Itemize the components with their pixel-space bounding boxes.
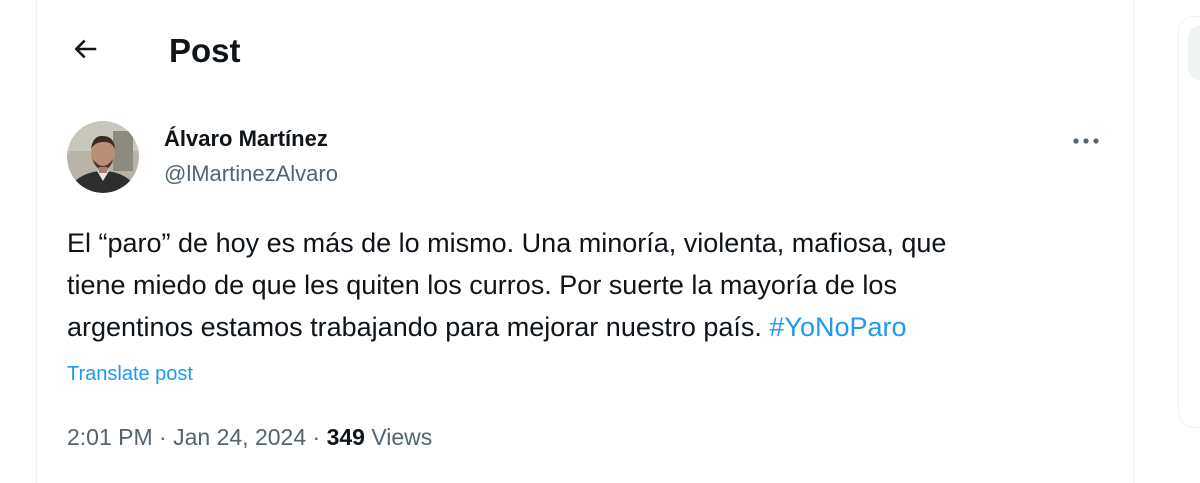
meta-separator: · bbox=[312, 424, 321, 450]
tweet-text-line-last: argentinos estamos trabajando para mejor… bbox=[67, 306, 1117, 348]
avatar[interactable] bbox=[67, 121, 139, 193]
meta-separator: · bbox=[159, 424, 167, 450]
translate-post-link[interactable]: Translate post bbox=[67, 360, 193, 388]
author-name[interactable]: Álvaro Martínez bbox=[164, 125, 328, 153]
author-handle[interactable]: @lMartinezAlvaro bbox=[164, 160, 338, 188]
post-time[interactable]: 2:01 PM bbox=[67, 424, 153, 450]
more-horizontal-icon bbox=[1073, 138, 1099, 144]
tweet-meta: 2:01 PM · Jan 24, 2024 · 349 Views bbox=[67, 422, 432, 452]
user-avatar bbox=[67, 121, 139, 193]
right-sidebar-search[interactable] bbox=[1188, 25, 1200, 81]
tweet-text-line: argentinos estamos trabajando para mejor… bbox=[67, 312, 770, 342]
hashtag-link[interactable]: #YoNoParo bbox=[769, 312, 906, 342]
header: Post bbox=[37, 0, 1133, 104]
arrow-left-icon bbox=[74, 39, 97, 59]
view-count: 349 bbox=[326, 424, 365, 450]
page: Post Álvaro Martínez @lMartinezAlvaro El… bbox=[0, 0, 1200, 483]
tweet-text: El “paro” de hoy es más de lo mismo. Una… bbox=[67, 222, 1117, 348]
more-button[interactable] bbox=[1063, 124, 1109, 158]
back-button[interactable] bbox=[62, 26, 108, 72]
page-title: Post bbox=[169, 32, 241, 69]
post-date[interactable]: Jan 24, 2024 bbox=[173, 424, 306, 450]
tweet-text-line: tiene miedo de que les quiten los curros… bbox=[67, 270, 897, 300]
views-label: Views bbox=[371, 424, 433, 450]
tweet-text-line: El “paro” de hoy es más de lo mismo. Una… bbox=[67, 228, 947, 258]
main-column: Post Álvaro Martínez @lMartinezAlvaro El… bbox=[36, 0, 1134, 483]
